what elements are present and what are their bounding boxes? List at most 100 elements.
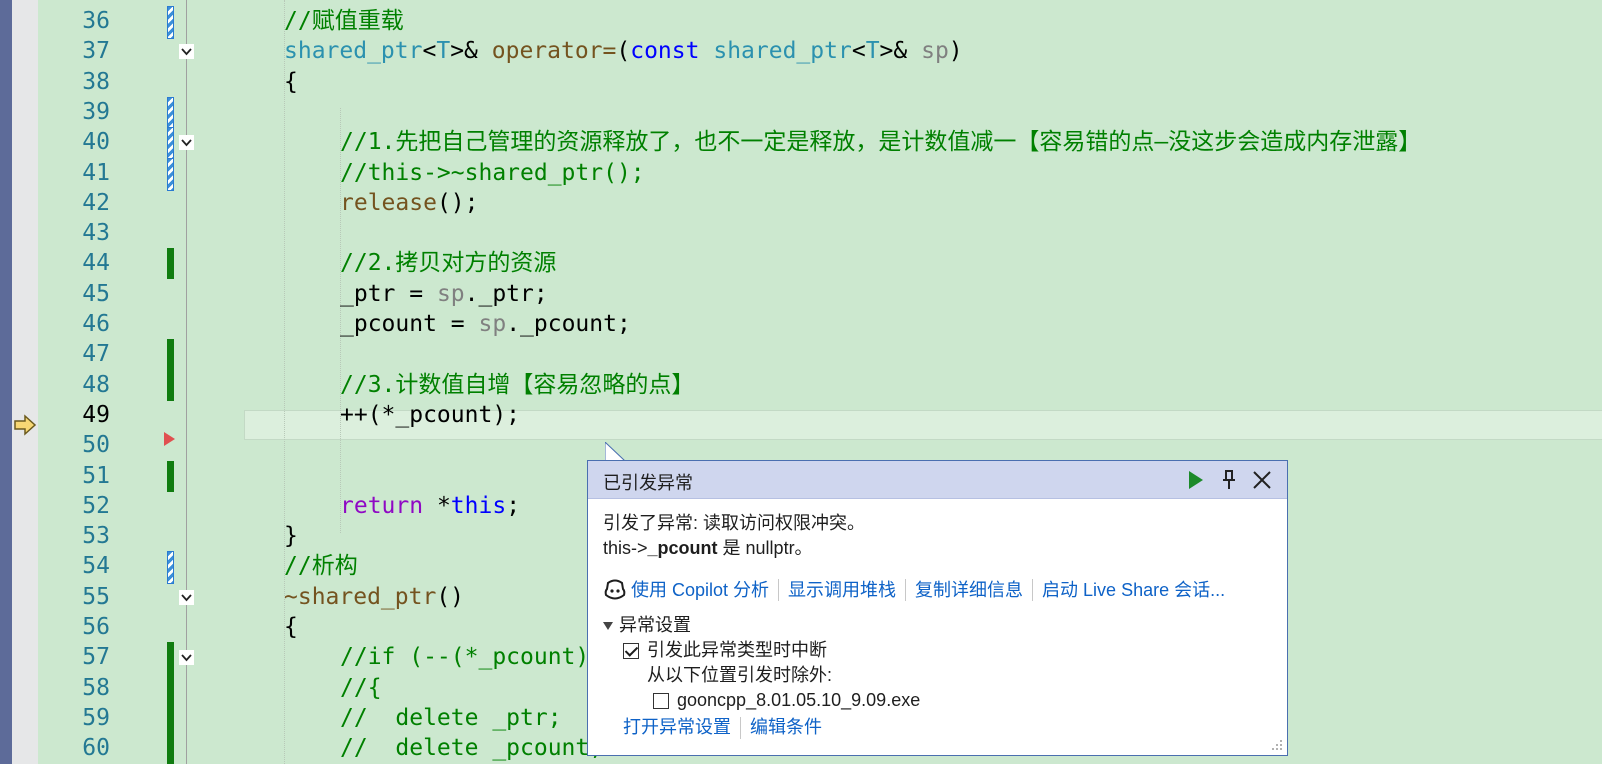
edit-conditions-link[interactable]: 编辑条件 (750, 715, 822, 740)
code-text: //3.计数值自增【容易忽略的点】 (340, 371, 695, 398)
code-text: // delete _ptr; (340, 704, 562, 731)
breakpoint-marker-icon (164, 432, 175, 446)
exception-settings: 异常设置 引发此异常类型时中断 从以下位置引发时除外: gooncpp_8.01… (603, 613, 1277, 740)
exception-message-line2: this->_pcount 是 nullptr。 (603, 536, 1277, 561)
change-tracking-bar (167, 733, 174, 764)
code-text: //this->~shared_ptr(); (340, 159, 645, 186)
line-number: 43 (82, 220, 110, 247)
fold-chevron-icon[interactable] (179, 44, 194, 60)
copilot-analyze-link[interactable]: 使用 Copilot 分析 (631, 577, 769, 603)
change-tracking-bar (167, 460, 174, 492)
live-share-link[interactable]: 启动 Live Share 会话... (1042, 577, 1225, 603)
code-text: // delete _pcount; (340, 735, 604, 762)
code-line[interactable]: 44 //2.拷贝对方的资源 (38, 248, 1602, 280)
code-text: ~shared_ptr() (284, 583, 465, 610)
code-text: { (284, 614, 298, 640)
code-line[interactable]: 38 { (38, 67, 1602, 98)
link-separator (740, 716, 741, 739)
glyph-margin[interactable] (12, 0, 38, 764)
line-number: 39 (82, 98, 110, 125)
line-number: 56 (82, 614, 110, 640)
message-bold: _pcount (647, 538, 718, 558)
change-tracking-bar (167, 248, 174, 280)
exception-settings-header[interactable]: 异常设置 (603, 613, 1277, 638)
code-text: release(); (340, 189, 479, 216)
code-line[interactable]: 45 _ptr = sp._ptr; (38, 279, 1602, 310)
line-number: 48 (82, 371, 110, 398)
code-line[interactable]: 47 (38, 339, 1602, 371)
code-line[interactable]: 39 (38, 96, 1602, 130)
module-name-label: gooncpp_8.01.05.10_9.09.exe (677, 690, 921, 710)
code-line[interactable]: 46 _pcount = sp._pcount; (38, 309, 1602, 340)
code-text: ++(*_pcount); (340, 401, 521, 428)
exception-message: 引发了异常: 读取访问权限冲突。 this->_pcount 是 nullptr… (603, 511, 1277, 561)
code-text: //赋值重载 (284, 8, 404, 34)
continue-play-icon[interactable] (1183, 468, 1207, 492)
line-number: 59 (82, 704, 110, 731)
code-line[interactable]: 36 //赋值重载 (38, 6, 1602, 39)
pin-icon[interactable] (1217, 468, 1241, 492)
settings-links-row: 打开异常设置 编辑条件 (603, 715, 1277, 740)
line-number: 52 (82, 492, 110, 519)
fold-chevron-icon[interactable] (179, 135, 194, 151)
change-tracking-bar (167, 369, 174, 401)
code-text: _pcount = sp._pcount; (340, 311, 631, 337)
settings-header-label: 异常设置 (619, 615, 691, 635)
link-separator (905, 579, 907, 601)
change-tracking-bar (167, 127, 174, 161)
link-separator (778, 579, 780, 601)
fold-chevron-icon[interactable] (179, 589, 194, 605)
change-tracking-bar (167, 672, 174, 704)
code-line[interactable]: 43 (38, 218, 1602, 249)
line-number: 51 (82, 462, 110, 489)
except-from-row: 从以下位置引发时除外: (603, 663, 1277, 688)
action-links: 使用 Copilot 分析 显示调用堆栈 复制详细信息 启动 Live Shar… (603, 577, 1277, 603)
popup-pointer (605, 442, 625, 462)
code-line[interactable]: 50 (38, 430, 1602, 461)
line-number: 55 (82, 583, 110, 610)
code-text: _ptr = sp._ptr; (340, 280, 548, 307)
change-tracking-bar (167, 551, 174, 585)
line-number: 58 (82, 674, 110, 701)
link-separator (1032, 579, 1034, 601)
code-text: //2.拷贝对方的资源 (340, 250, 557, 277)
line-number: 47 (82, 341, 110, 368)
collapse-triangle-icon[interactable] (603, 621, 613, 630)
line-number: 42 (82, 189, 110, 216)
code-line[interactable]: 48 //3.计数值自增【容易忽略的点】 (38, 369, 1602, 401)
line-number: 49 (82, 401, 110, 428)
code-line[interactable]: 37 shared_ptr<T>& operator=(const shared_… (38, 36, 1602, 67)
message-prefix: this-> (603, 538, 648, 558)
show-call-stack-link[interactable]: 显示调用堆栈 (788, 577, 896, 603)
code-line[interactable]: 41 //this->~shared_ptr(); (38, 157, 1602, 191)
code-text: //析构 (284, 553, 358, 580)
break-when-thrown-checkbox[interactable] (623, 642, 639, 659)
change-tracking-bar (167, 339, 174, 371)
module-exclusion-checkbox[interactable] (653, 692, 669, 709)
code-line[interactable]: 40 //1.先把自己管理的资源释放了，也不一定是释放，是计数值减一【容易错的点—… (38, 127, 1602, 161)
change-tracking-bar (167, 6, 174, 39)
copilot-icon (604, 579, 626, 600)
code-line[interactable]: 42 release(); (38, 188, 1602, 219)
line-number: 38 (82, 68, 110, 95)
code-line[interactable]: 49 ++(*_pcount); (38, 400, 1602, 431)
code-text: } (284, 523, 298, 550)
popup-header: 已引发异常 (588, 461, 1287, 499)
close-icon[interactable] (1250, 468, 1274, 492)
resize-grip-icon[interactable] (1269, 737, 1283, 751)
message-suffix: 是 nullptr。 (717, 538, 813, 558)
line-number: 45 (82, 280, 110, 307)
code-text: //1.先把自己管理的资源释放了，也不一定是释放，是计数值减一【容易错的点—没这… (340, 129, 1422, 156)
break-when-thrown-label: 引发此异常类型时中断 (647, 640, 827, 660)
change-tracking-bar (167, 157, 174, 191)
exception-popup: 已引发异常 引发了异常: 读取访问权限冲突。 this->_pcount 是 n… (587, 460, 1288, 756)
execution-pointer-icon (14, 414, 37, 436)
change-tracking-bar (167, 642, 174, 674)
open-exception-settings-link[interactable]: 打开异常设置 (623, 715, 731, 740)
line-number: 41 (82, 159, 110, 186)
fold-chevron-icon[interactable] (179, 650, 194, 666)
except-from-label: 从以下位置引发时除外: (647, 665, 832, 685)
copy-details-link[interactable]: 复制详细信息 (915, 577, 1023, 603)
line-number: 37 (82, 38, 110, 65)
line-number: 54 (82, 553, 110, 580)
